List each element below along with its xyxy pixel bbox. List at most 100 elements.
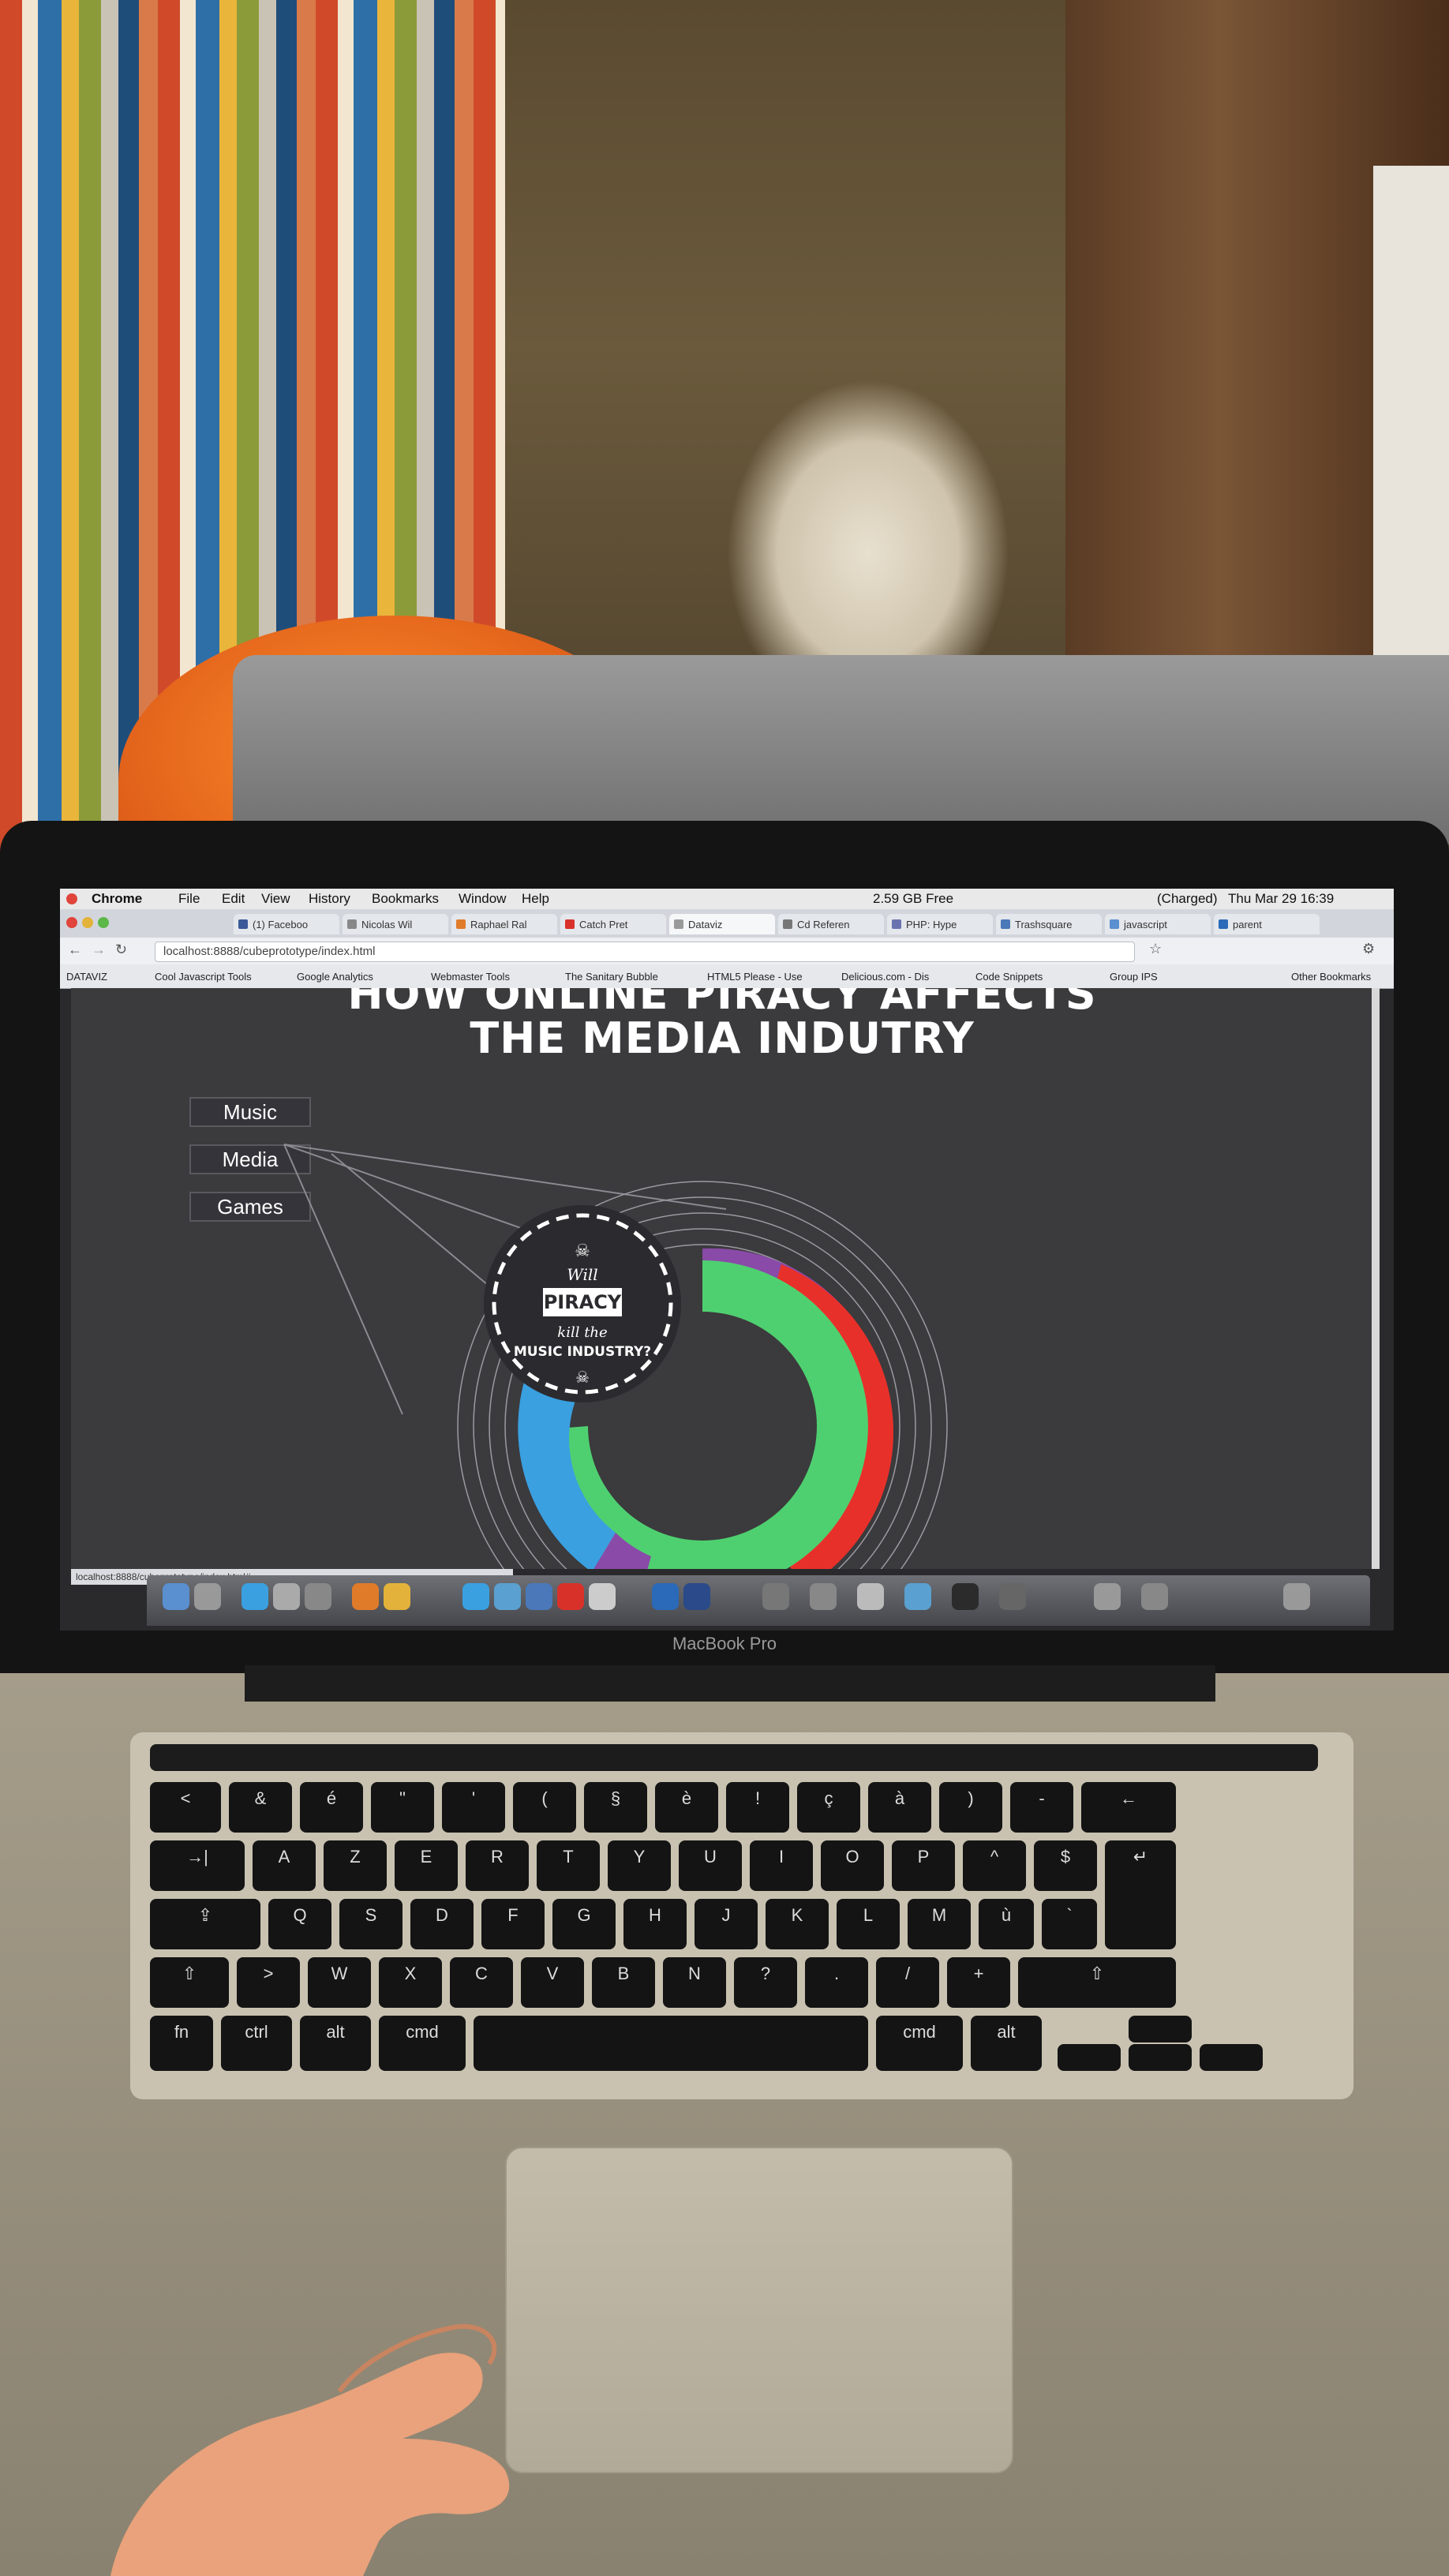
page-scrollbar[interactable] <box>1372 988 1380 1569</box>
key[interactable]: V <box>521 1957 584 2008</box>
app-icon[interactable] <box>999 1583 1026 1610</box>
browser-tab-active[interactable]: Dataviz <box>669 914 775 934</box>
clock[interactable]: Thu Mar 29 16:39 <box>1228 891 1334 907</box>
skype-icon[interactable] <box>462 1583 489 1610</box>
chrome-icon[interactable] <box>384 1583 410 1610</box>
browser-tab[interactable]: PHP: Hype <box>887 914 993 934</box>
menu-edit[interactable]: Edit <box>222 891 245 907</box>
function-key-row[interactable] <box>150 1744 1318 1771</box>
menu-file[interactable]: File <box>178 891 200 907</box>
browser-tab[interactable]: Trashsquare <box>996 914 1102 934</box>
key[interactable]: Z <box>324 1840 387 1891</box>
key[interactable]: S <box>339 1899 402 1949</box>
key[interactable]: F <box>481 1899 545 1949</box>
browser-tab[interactable]: Raphael Ral <box>451 914 557 934</box>
key[interactable]: J <box>695 1899 758 1949</box>
bookmark-item[interactable]: Webmaster Tools <box>431 971 510 983</box>
key[interactable]: G <box>552 1899 616 1949</box>
key[interactable]: U <box>679 1840 742 1891</box>
key[interactable]: + <box>947 1957 1010 2008</box>
wrench-icon[interactable]: ⚙ <box>1362 941 1375 957</box>
arrow-down-key[interactable] <box>1129 2044 1192 2071</box>
space-bar[interactable] <box>474 2016 868 2071</box>
bookmark-item[interactable]: The Sanitary Bubble <box>565 971 658 983</box>
key[interactable]: I <box>750 1840 813 1891</box>
menu-help[interactable]: Help <box>522 891 549 907</box>
key[interactable]: T <box>537 1840 600 1891</box>
return-key[interactable]: ↵ <box>1105 1840 1176 1949</box>
key[interactable]: A <box>253 1840 316 1891</box>
caps-lock-key[interactable]: ⇪ <box>150 1899 260 1949</box>
menu-bookmarks[interactable]: Bookmarks <box>372 891 439 907</box>
back-icon[interactable]: ← <box>68 942 82 958</box>
shift-key[interactable]: ⇧ <box>1018 1957 1176 2008</box>
app-icon[interactable] <box>762 1583 789 1610</box>
app-icon[interactable] <box>494 1583 521 1610</box>
photoshop-icon[interactable] <box>652 1583 679 1610</box>
key[interactable]: ' <box>442 1782 505 1833</box>
bookmark-item[interactable]: Group IPS <box>1110 971 1158 983</box>
bookmark-item[interactable]: Cool Javascript Tools <box>155 971 252 983</box>
browser-tab[interactable]: Catch Pret <box>560 914 666 934</box>
alt-key[interactable]: alt <box>971 2016 1042 2071</box>
tab-key[interactable]: →| <box>150 1840 245 1891</box>
bookmark-item[interactable]: Google Analytics <box>297 971 373 983</box>
bookmark-item[interactable]: Delicious.com - Dis <box>841 971 929 983</box>
delete-key[interactable]: ← <box>1081 1782 1176 1833</box>
firefox-icon[interactable] <box>352 1583 379 1610</box>
apple-icon[interactable] <box>66 893 77 904</box>
key[interactable]: - <box>1010 1782 1073 1833</box>
key[interactable]: B <box>592 1957 655 2008</box>
bookmark-item[interactable]: DATAVIZ <box>66 971 107 983</box>
key[interactable]: è <box>655 1782 718 1833</box>
key[interactable]: ! <box>726 1782 789 1833</box>
menubar-app[interactable]: Chrome <box>92 891 142 907</box>
key[interactable]: § <box>584 1782 647 1833</box>
key[interactable]: $ <box>1034 1840 1097 1891</box>
app-icon[interactable] <box>526 1583 552 1610</box>
key[interactable]: W <box>308 1957 371 2008</box>
key[interactable]: ? <box>734 1957 797 2008</box>
close-window-icon[interactable] <box>66 917 77 928</box>
key[interactable]: K <box>766 1899 829 1949</box>
photoshop-icon[interactable] <box>683 1583 710 1610</box>
mail-icon[interactable] <box>273 1583 300 1610</box>
ctrl-key[interactable]: ctrl <box>221 2016 292 2071</box>
app-icon[interactable] <box>904 1583 931 1610</box>
trash-icon[interactable] <box>1283 1583 1310 1610</box>
address-bar[interactable]: localhost:8888/cubeprototype/index.html <box>155 942 1135 962</box>
key[interactable]: ù <box>979 1899 1034 1949</box>
browser-tab[interactable]: Cd Referen <box>778 914 884 934</box>
app-icon[interactable] <box>589 1583 616 1610</box>
cmd-key[interactable]: cmd <box>876 2016 963 2071</box>
key[interactable]: é <box>300 1782 363 1833</box>
app-icon[interactable] <box>1141 1583 1168 1610</box>
reload-icon[interactable]: ↻ <box>115 942 127 958</box>
key[interactable]: > <box>237 1957 300 2008</box>
dashboard-icon[interactable] <box>194 1583 221 1610</box>
key[interactable]: < <box>150 1782 221 1833</box>
key[interactable]: " <box>371 1782 434 1833</box>
app-icon[interactable] <box>1094 1583 1121 1610</box>
safari-icon[interactable] <box>242 1583 268 1610</box>
key[interactable]: ^ <box>963 1840 1026 1891</box>
key[interactable]: H <box>623 1899 687 1949</box>
star-icon[interactable]: ☆ <box>1149 941 1162 957</box>
key[interactable]: C <box>450 1957 513 2008</box>
preview-icon[interactable] <box>305 1583 331 1610</box>
key[interactable]: / <box>876 1957 939 2008</box>
arrow-up-key[interactable] <box>1129 2016 1192 2042</box>
key[interactable]: ç <box>797 1782 860 1833</box>
key[interactable]: E <box>395 1840 458 1891</box>
bookmark-item[interactable]: Other Bookmarks <box>1291 971 1371 983</box>
key[interactable]: N <box>663 1957 726 2008</box>
arrow-left-key[interactable] <box>1058 2044 1121 2071</box>
key[interactable]: ` <box>1042 1899 1097 1949</box>
terminal-icon[interactable] <box>952 1583 979 1610</box>
browser-tab[interactable]: Nicolas Wil <box>343 914 448 934</box>
key[interactable]: O <box>821 1840 884 1891</box>
key[interactable]: ( <box>513 1782 576 1833</box>
key[interactable]: & <box>229 1782 292 1833</box>
bookmark-item[interactable]: Code Snippets <box>975 971 1043 983</box>
key[interactable]: D <box>410 1899 474 1949</box>
